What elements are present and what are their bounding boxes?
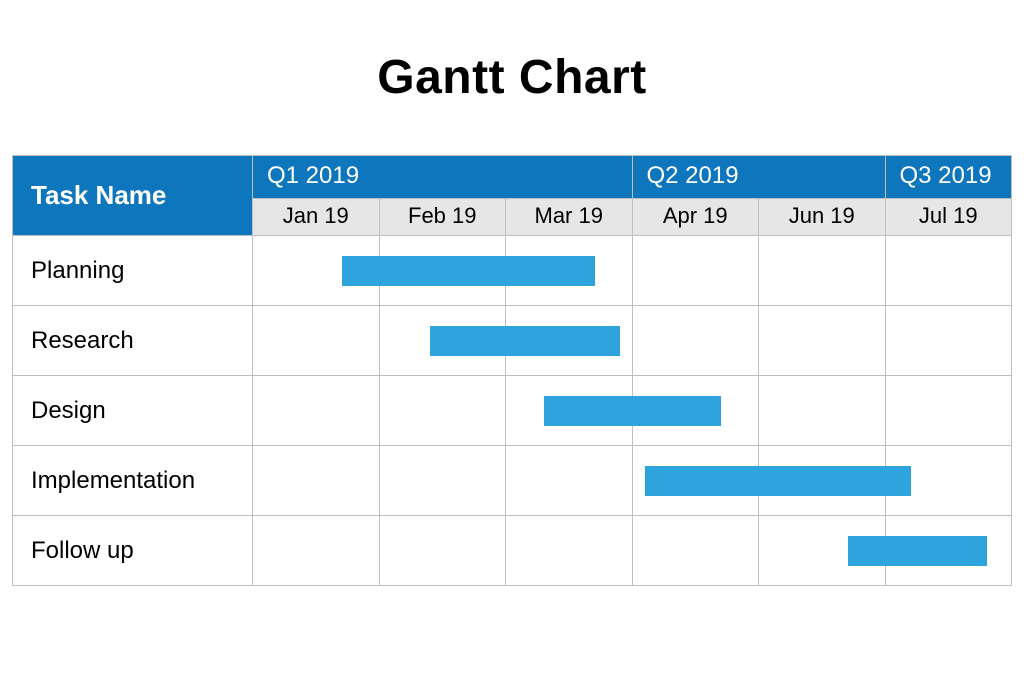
timeline-cell: [886, 236, 1013, 306]
timeline-cell: [886, 376, 1013, 446]
timeline-cell: [886, 516, 1013, 586]
month-header: Mar 19: [506, 199, 633, 236]
timeline-cell: [633, 236, 760, 306]
timeline-cell: [506, 446, 633, 516]
month-header: Jun 19: [759, 199, 886, 236]
timeline-cell: [633, 516, 760, 586]
timeline-cell: [253, 516, 380, 586]
timeline-cell: [633, 446, 760, 516]
timeline-cell: [886, 306, 1013, 376]
quarter-header: Q3 2019: [886, 156, 1013, 199]
timeline-cell: [759, 236, 886, 306]
chart-title: Gantt Chart: [12, 50, 1012, 105]
month-header: Apr 19: [633, 199, 760, 236]
timeline-cell: [759, 306, 886, 376]
month-header: Jan 19: [253, 199, 380, 236]
task-name-header: Task Name: [13, 156, 253, 236]
timeline-cell: [506, 516, 633, 586]
timeline-cell: [380, 446, 507, 516]
timeline-cell: [380, 516, 507, 586]
task-row-label: Research: [13, 306, 253, 376]
task-row-label: Follow up: [13, 516, 253, 586]
timeline-cell: [633, 306, 760, 376]
timeline-cell: [253, 306, 380, 376]
task-row-label: Implementation: [13, 446, 253, 516]
timeline-cell: [759, 376, 886, 446]
timeline-cell: [633, 376, 760, 446]
month-header: Jul 19: [886, 199, 1013, 236]
month-header: Feb 19: [380, 199, 507, 236]
timeline-cell: [380, 236, 507, 306]
timeline-cell: [253, 236, 380, 306]
task-row-label: Planning: [13, 236, 253, 306]
timeline-cell: [380, 376, 507, 446]
timeline-cell: [253, 376, 380, 446]
timeline-cell: [506, 306, 633, 376]
timeline-cell: [759, 516, 886, 586]
timeline-cell: [380, 306, 507, 376]
timeline-cell: [759, 446, 886, 516]
quarter-header: Q2 2019: [633, 156, 886, 199]
task-row-label: Design: [13, 376, 253, 446]
timeline-cell: [506, 236, 633, 306]
timeline-cell: [506, 376, 633, 446]
timeline-cell: [253, 446, 380, 516]
timeline-cell: [886, 446, 1013, 516]
quarter-header: Q1 2019: [253, 156, 633, 199]
gantt-grid: Task Name Q1 2019Q2 2019Q3 2019 Jan 19Feb…: [12, 155, 1012, 586]
